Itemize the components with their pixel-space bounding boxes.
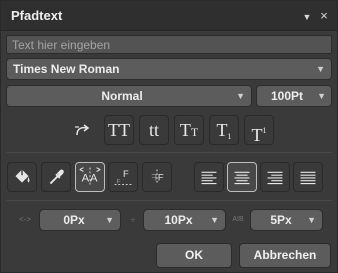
chevron-down-icon: ▼ xyxy=(210,215,219,225)
svg-text:F: F xyxy=(123,169,129,179)
title-bar[interactable]: Pfadtext ▼ × xyxy=(1,1,337,31)
close-icon[interactable]: × xyxy=(317,9,331,23)
baseline-shift-button[interactable]: F F xyxy=(108,162,138,192)
mirror-text-button[interactable]: F F xyxy=(142,162,172,192)
align-right-icon xyxy=(267,171,283,185)
character-spacing-button[interactable]: A A xyxy=(75,162,105,192)
horizontal-offset-value: 0Px xyxy=(63,213,85,227)
vertical-offset-icon: ÷ xyxy=(130,215,136,225)
chevron-down-icon: ▼ xyxy=(236,91,245,101)
lowercase-icon: tt xyxy=(148,120,159,140)
align-justify-icon xyxy=(300,171,316,185)
chevron-down-icon: ▼ xyxy=(316,64,325,74)
svg-text:A: A xyxy=(82,173,90,185)
align-justify-button[interactable] xyxy=(293,162,323,192)
small-caps-icon: TT xyxy=(179,120,199,140)
letter-spacing-value: 5Px xyxy=(270,213,292,227)
small-caps-button[interactable]: TT xyxy=(174,115,204,145)
font-weight-value: Normal xyxy=(101,89,143,103)
horizontal-offset-spinner[interactable]: 0Px ▼ xyxy=(39,209,121,231)
font-weight-select[interactable]: Normal ▼ xyxy=(6,85,252,107)
text-input[interactable] xyxy=(6,35,332,54)
letter-spacing-icon: A A xyxy=(79,167,101,187)
vertical-offset-value: 10Px xyxy=(164,213,193,227)
align-left-icon xyxy=(201,171,217,185)
baseline-shift-icon: F F xyxy=(114,169,132,186)
svg-text:A: A xyxy=(90,173,98,185)
subscript-button[interactable]: T1 xyxy=(209,115,239,145)
horizontal-offset-icon: <-> xyxy=(18,215,31,224)
cancel-button[interactable]: Abbrechen xyxy=(239,243,331,268)
chevron-down-icon: ▼ xyxy=(317,91,326,101)
subscript-icon: T1 xyxy=(216,120,232,141)
letter-spacing-icon: AIB xyxy=(232,216,244,223)
align-left-button[interactable] xyxy=(194,162,224,192)
divider xyxy=(6,200,332,201)
dialog-title: Pfadtext xyxy=(11,8,63,23)
path-text-dialog: Pfadtext ▼ × Times New Roman ▼ Normal ▼ … xyxy=(0,0,338,273)
font-family-value: Times New Roman xyxy=(13,62,120,76)
chevron-down-icon: ▼ xyxy=(105,215,114,225)
mirror-text-icon: F F xyxy=(151,169,164,185)
all-caps-icon: TT xyxy=(108,120,130,140)
font-family-select[interactable]: Times New Roman ▼ xyxy=(6,58,332,80)
superscript-icon: T1 xyxy=(251,125,267,145)
svg-text:F: F xyxy=(151,173,157,183)
chevron-down-icon: ▼ xyxy=(307,215,316,225)
align-center-button[interactable] xyxy=(227,162,257,192)
superscript-button[interactable]: T1 xyxy=(244,115,274,145)
divider xyxy=(6,152,332,153)
paint-bucket-icon xyxy=(15,169,30,183)
vertical-offset-spinner[interactable]: 10Px ▼ xyxy=(143,209,226,231)
lowercase-button[interactable]: tt xyxy=(139,115,169,145)
svg-text:F: F xyxy=(158,173,164,183)
font-size-select[interactable]: 100Pt ▼ xyxy=(256,85,332,107)
reset-case-button[interactable] xyxy=(67,114,97,144)
all-caps-button[interactable]: TT xyxy=(104,115,134,145)
chevron-down-icon[interactable]: ▼ xyxy=(300,10,314,24)
align-right-button[interactable] xyxy=(260,162,290,192)
font-size-value: 100Pt xyxy=(270,89,304,103)
fill-color-button[interactable] xyxy=(7,162,37,192)
eyedropper-icon xyxy=(49,169,64,185)
letter-spacing-spinner[interactable]: 5Px ▼ xyxy=(250,209,323,231)
align-center-icon xyxy=(234,171,250,185)
ok-button[interactable]: OK xyxy=(156,243,232,268)
curved-arrow-icon xyxy=(75,124,90,136)
eyedropper-button[interactable] xyxy=(41,162,71,192)
